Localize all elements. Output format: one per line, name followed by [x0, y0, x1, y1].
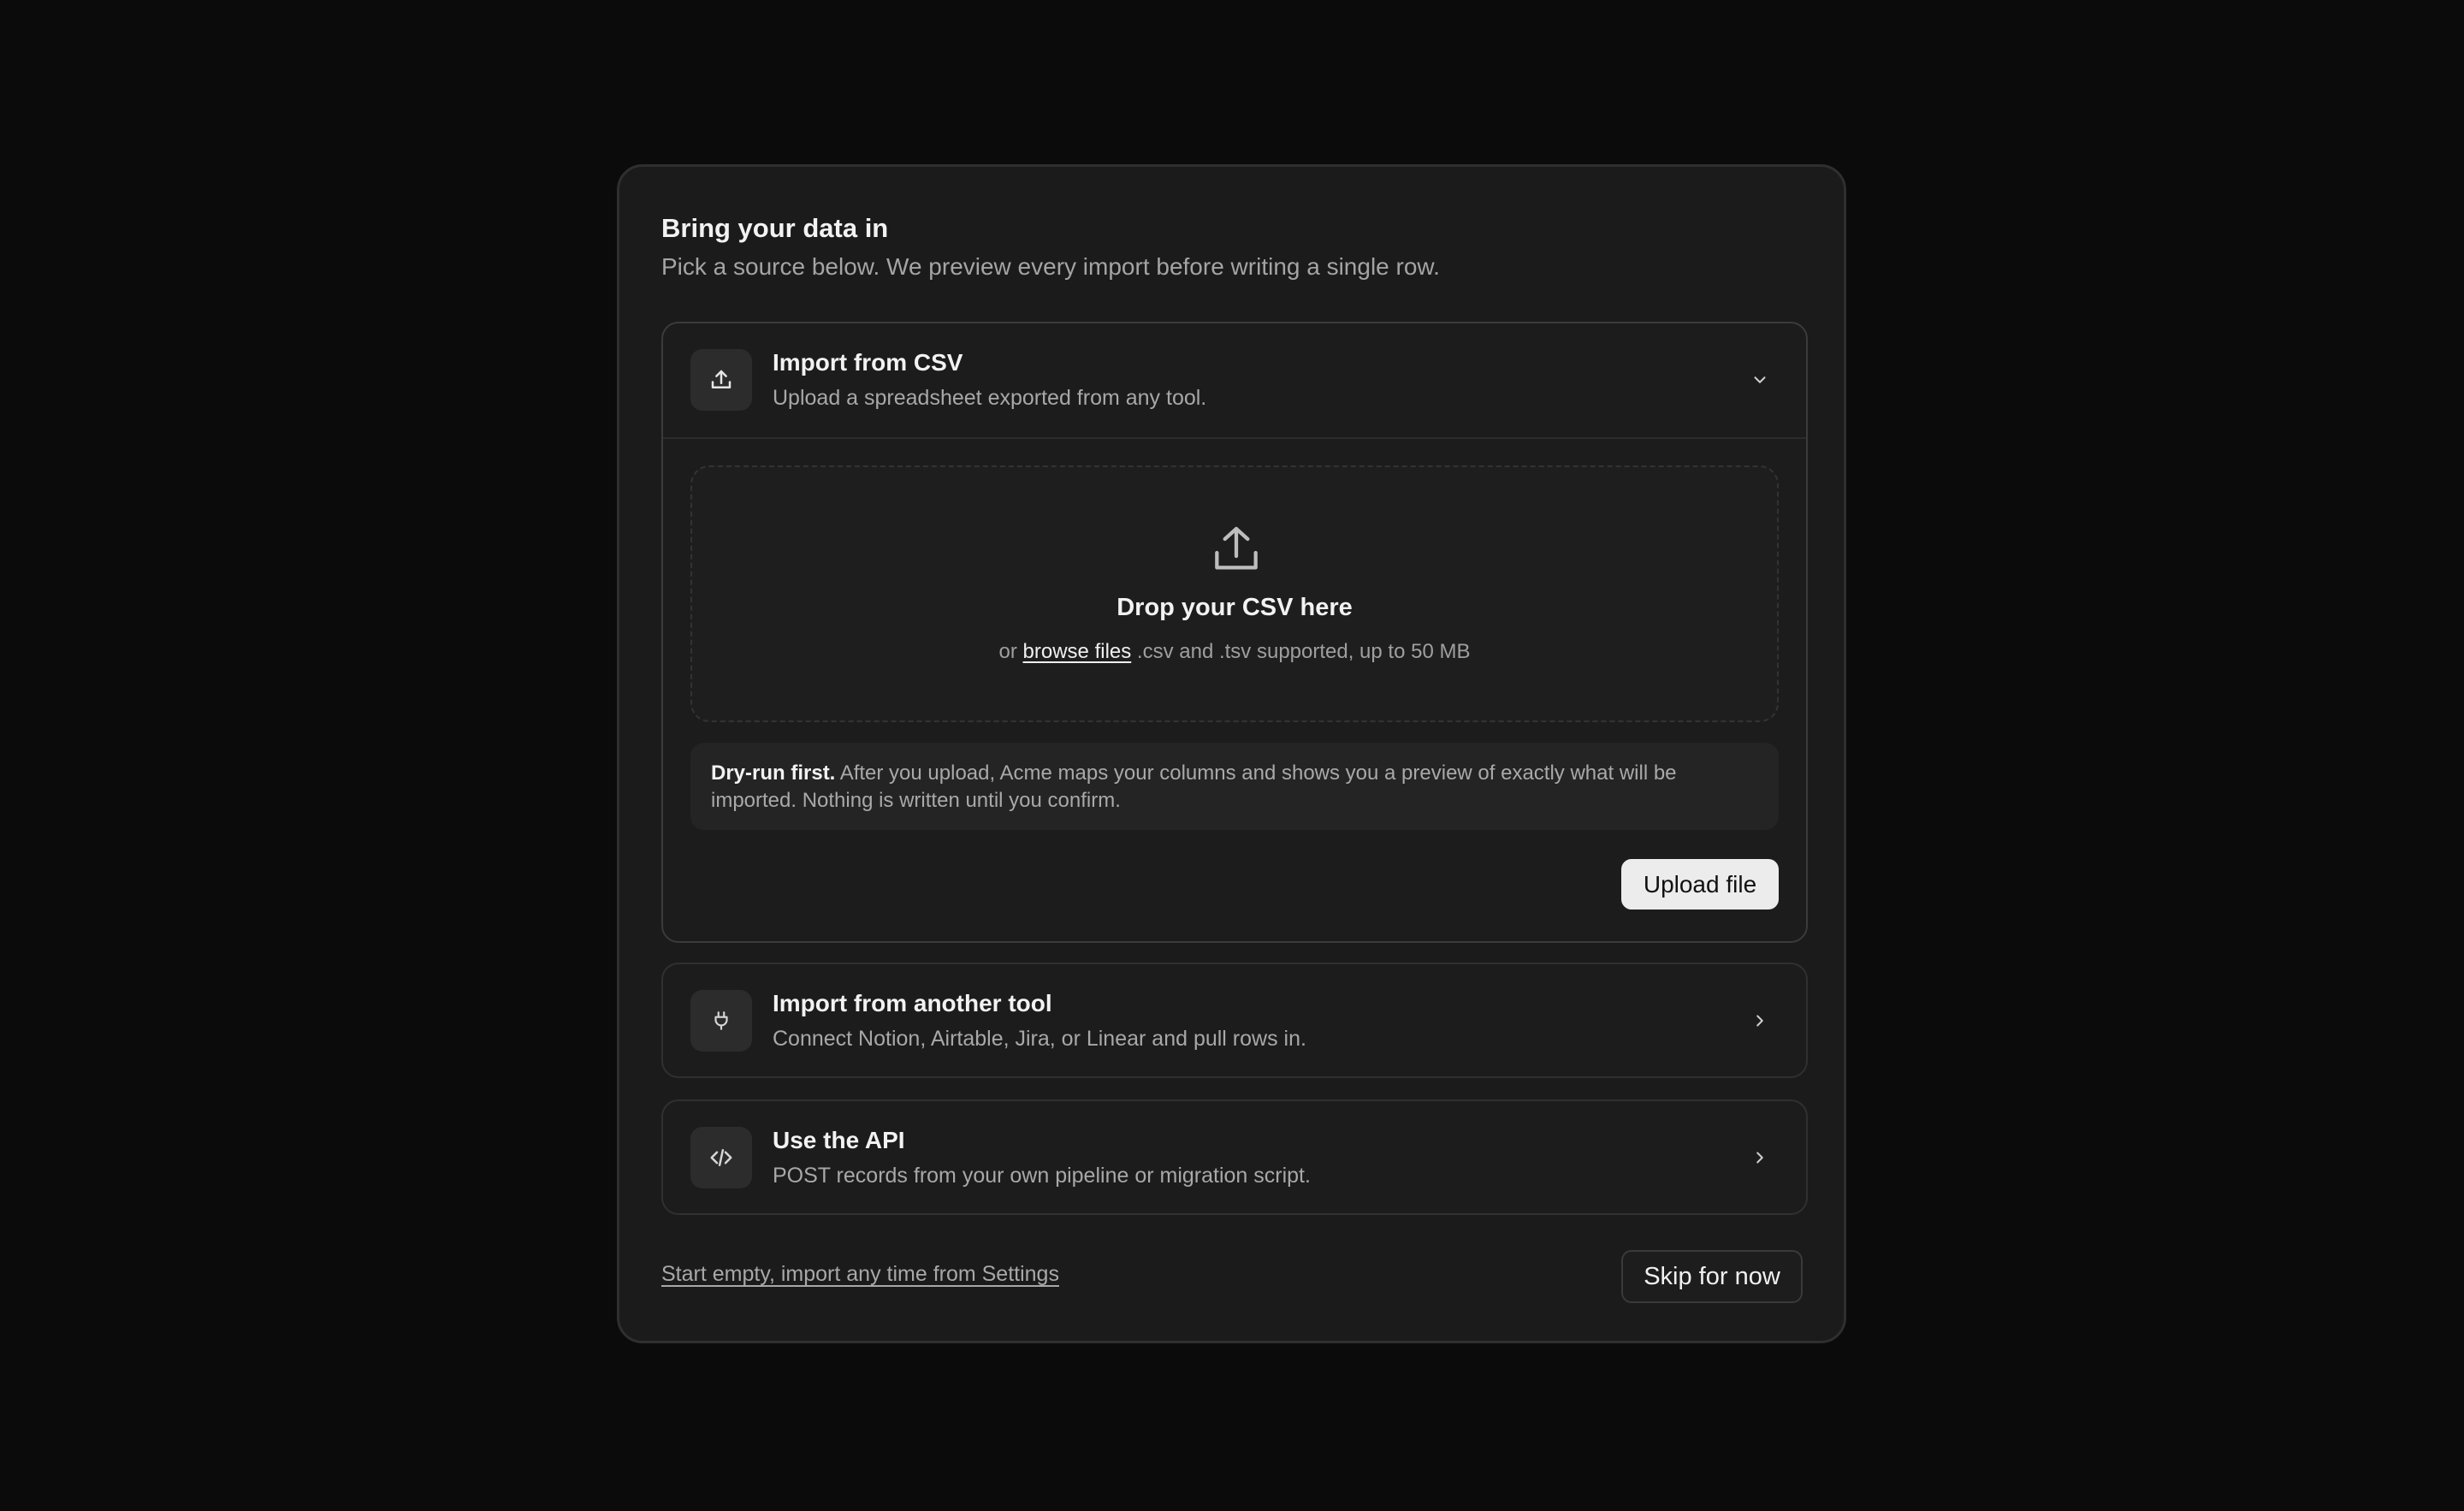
start-empty-link[interactable]: Start empty, import any time from Settin… [661, 1262, 1059, 1287]
option-description: POST records from your own pipeline or m… [773, 1164, 1311, 1188]
option-import-tool[interactable]: Import from another tool Connect Notion,… [661, 963, 1808, 1078]
chevron-right-icon [1744, 1142, 1775, 1173]
option-use-api-header: Use the API POST records from your own p… [663, 1101, 1806, 1215]
skip-for-now-button[interactable]: Skip for now [1621, 1250, 1803, 1303]
option-description: Connect Notion, Airtable, Jira, or Linea… [773, 1027, 1306, 1051]
csv-dropzone[interactable]: Drop your CSV here or browse files .csv … [690, 465, 1779, 722]
dropzone-hint: or browse files .csv and .tsv supported,… [692, 640, 1777, 664]
option-import-csv-header[interactable]: Import from CSV Upload a spreadsheet exp… [663, 323, 1806, 439]
dropzone-prefix: or [998, 640, 1017, 663]
upload-icon [1209, 522, 1264, 577]
import-dialog: Bring your data in Pick a source below. … [617, 164, 1846, 1343]
chevron-right-icon [1744, 1005, 1775, 1036]
option-title: Import from another tool [773, 990, 1052, 1016]
upload-icon [690, 349, 752, 411]
note-body: After you upload, Acme maps your columns… [711, 761, 1677, 812]
dialog-title: Bring your data in [661, 213, 889, 243]
option-import-tool-header: Import from another tool Connect Notion,… [663, 964, 1806, 1078]
code-icon [690, 1127, 752, 1188]
note-lead: Dry-run first. [711, 761, 836, 785]
option-use-api[interactable]: Use the API POST records from your own p… [661, 1099, 1808, 1215]
dropzone-title: Drop your CSV here [1116, 594, 1353, 621]
browse-files-link[interactable]: browse files [1023, 640, 1132, 663]
plug-icon [690, 990, 752, 1052]
option-title: Import from CSV [773, 349, 963, 376]
dropzone-formats: .csv and .tsv supported, up to 50 MB [1136, 640, 1471, 663]
option-import-csv: Import from CSV Upload a spreadsheet exp… [661, 322, 1808, 943]
chevron-down-icon[interactable] [1744, 364, 1775, 395]
option-title: Use the API [773, 1127, 905, 1153]
dry-run-note: Dry-run first. After you upload, Acme ma… [690, 743, 1779, 830]
upload-file-button[interactable]: Upload file [1621, 859, 1779, 910]
option-description: Upload a spreadsheet exported from any t… [773, 386, 1207, 410]
dialog-subtitle: Pick a source below. We preview every im… [661, 253, 1440, 280]
